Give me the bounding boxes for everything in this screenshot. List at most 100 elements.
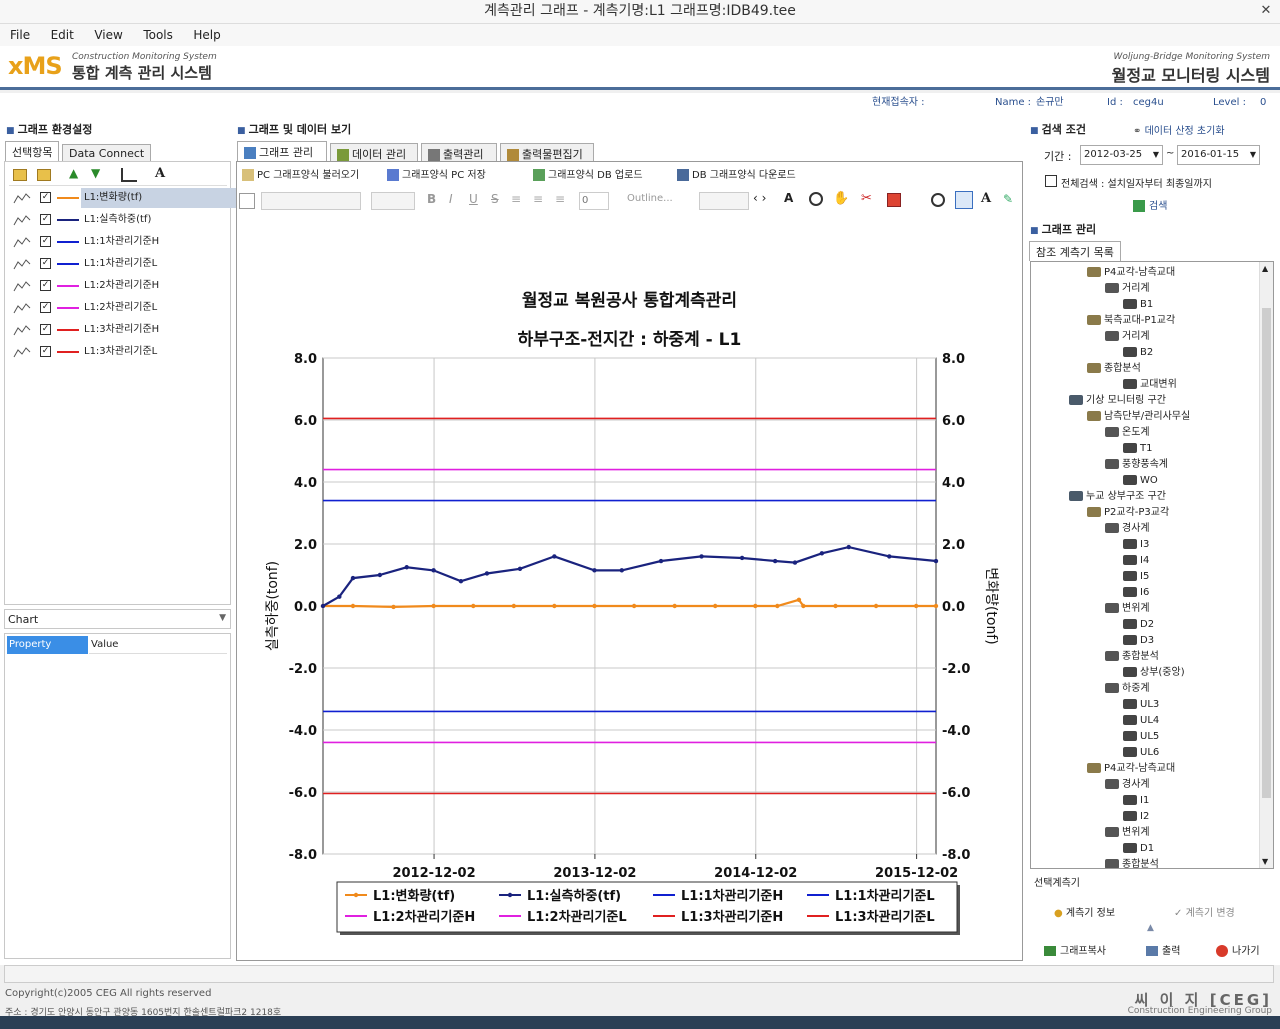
- series-checkbox[interactable]: ✓: [40, 324, 51, 335]
- palette-icon[interactable]: [931, 193, 945, 207]
- tab-print-manage[interactable]: 출력관리: [421, 143, 497, 161]
- tree-item[interactable]: 변위계: [1105, 602, 1150, 616]
- strike-icon[interactable]: S: [491, 192, 499, 206]
- menu-file[interactable]: File: [0, 24, 37, 46]
- series-checkbox[interactable]: ✓: [40, 346, 51, 357]
- series-item[interactable]: ✓ L1:1차관리기준L: [13, 254, 233, 274]
- italic-icon[interactable]: I: [449, 192, 453, 206]
- tree-item[interactable]: 교대변위: [1123, 378, 1177, 392]
- tab-reference-list[interactable]: 참조 계측기 목록: [1029, 241, 1121, 261]
- align-left-icon[interactable]: ≡: [511, 192, 521, 206]
- text-icon[interactable]: A: [981, 191, 991, 206]
- tree-item[interactable]: 경사계: [1105, 778, 1150, 792]
- tree-item[interactable]: 기상 모니터링 구간: [1069, 394, 1166, 408]
- tree-item[interactable]: 거리계: [1105, 330, 1150, 344]
- save-pc-template-button[interactable]: 그래프양식 PC 저장: [387, 168, 486, 184]
- series-checkbox[interactable]: ✓: [40, 192, 51, 203]
- series-item[interactable]: ✓ L1:변화량(tf): [13, 188, 241, 208]
- upload-db-template-button[interactable]: 그래프양식 DB 업로드: [533, 168, 643, 184]
- tree-item[interactable]: I1: [1123, 794, 1149, 808]
- series-item[interactable]: ✓ L1:실측하중(tf): [13, 210, 233, 230]
- prev-next-icon[interactable]: ‹ ›: [753, 191, 766, 205]
- reset-calc-link[interactable]: ⚭ 데이터 산정 초기화: [1133, 122, 1225, 137]
- tree-item[interactable]: 남측단부/관리사무실: [1087, 410, 1190, 424]
- series-checkbox[interactable]: ✓: [40, 236, 51, 247]
- print-button[interactable]: 출력: [1146, 942, 1180, 957]
- tree-item[interactable]: I6: [1123, 586, 1149, 600]
- align-right-icon[interactable]: ≡: [555, 192, 565, 206]
- tree-item[interactable]: 하중계: [1105, 682, 1150, 696]
- series-item[interactable]: ✓ L1:3차관리기준H: [13, 320, 233, 340]
- chevron-down-icon[interactable]: ▼: [1250, 150, 1256, 159]
- full-search-checkbox[interactable]: [1045, 175, 1057, 187]
- open-folder-icon[interactable]: [13, 169, 27, 181]
- paint-icon[interactable]: ✎: [1003, 192, 1013, 206]
- size-select[interactable]: [371, 192, 415, 210]
- tree-item[interactable]: I2: [1123, 810, 1149, 824]
- font-size-icon[interactable]: A: [784, 191, 793, 205]
- search-button[interactable]: 검색: [1133, 197, 1167, 212]
- instrument-info-button[interactable]: ● 계측기 정보: [1054, 904, 1115, 919]
- menu-tools[interactable]: Tools: [133, 24, 180, 46]
- tab-selected-items[interactable]: 선택항목: [5, 141, 60, 161]
- font-select[interactable]: [261, 192, 361, 210]
- outline-input[interactable]: Outline...: [627, 193, 673, 204]
- tree-item[interactable]: I5: [1123, 570, 1149, 584]
- cut-icon[interactable]: ✂: [861, 191, 872, 206]
- outline-select[interactable]: [699, 192, 749, 210]
- tree-item[interactable]: UL6: [1123, 746, 1159, 760]
- tab-data-manage[interactable]: 데이터 관리: [330, 143, 418, 161]
- scroll-up-icon[interactable]: ▲: [1262, 264, 1268, 273]
- horizontal-scrollbar[interactable]: [4, 965, 1274, 983]
- tree-item[interactable]: P4교각-남측교대: [1087, 266, 1175, 280]
- grid-icon[interactable]: [955, 191, 973, 209]
- series-item[interactable]: ✓ L1:2차관리기준H: [13, 276, 233, 296]
- series-checkbox[interactable]: ✓: [40, 302, 51, 313]
- tree-item[interactable]: 북측교대-P1교각: [1087, 314, 1175, 328]
- tree-item[interactable]: 종합분석: [1087, 362, 1141, 376]
- tree-item[interactable]: D3: [1123, 634, 1154, 648]
- tree-item[interactable]: B2: [1123, 346, 1153, 360]
- scroll-thumb[interactable]: [1262, 308, 1271, 798]
- scroll-down-icon[interactable]: ▼: [1262, 857, 1268, 866]
- move-up-icon[interactable]: ▲: [69, 166, 78, 180]
- tree-item[interactable]: T1: [1123, 442, 1152, 456]
- tree-item[interactable]: P4교각-남측교대: [1087, 762, 1175, 776]
- tree-item[interactable]: I4: [1123, 554, 1149, 568]
- zoom-icon[interactable]: [809, 192, 823, 206]
- delete-folder-icon[interactable]: [37, 169, 51, 181]
- export-icon[interactable]: [887, 193, 901, 207]
- menu-help[interactable]: Help: [183, 24, 227, 46]
- tree-item[interactable]: UL4: [1123, 714, 1159, 728]
- series-item[interactable]: ✓ L1:2차관리기준L: [13, 298, 233, 318]
- series-checkbox[interactable]: ✓: [40, 258, 51, 269]
- move-down-icon[interactable]: ▼: [91, 166, 100, 180]
- load-pc-template-button[interactable]: PC 그래프양식 불러오기: [242, 168, 359, 184]
- tab-data-connect[interactable]: Data Connect: [62, 144, 152, 161]
- spin-input[interactable]: 0: [579, 192, 609, 210]
- tree-item[interactable]: 거리계: [1105, 282, 1150, 296]
- chevron-down-icon[interactable]: ▼: [1153, 150, 1159, 159]
- chart-edit-icon[interactable]: [121, 168, 137, 182]
- tree-scrollbar[interactable]: ▲ ▼: [1259, 262, 1273, 868]
- series-checkbox[interactable]: ✓: [40, 214, 51, 225]
- tree-item[interactable]: 온도계: [1105, 426, 1150, 440]
- tree-item[interactable]: 종합분석: [1105, 650, 1159, 664]
- tree-item[interactable]: UL3: [1123, 698, 1159, 712]
- tab-graph-manage[interactable]: 그래프 관리: [237, 141, 327, 161]
- underline-icon[interactable]: U: [469, 192, 478, 206]
- date-from-select[interactable]: 2012-03-25 ▼: [1080, 145, 1163, 165]
- chevron-down-icon[interactable]: ▼: [219, 613, 226, 623]
- series-item[interactable]: ✓ L1:1차관리기준H: [13, 232, 233, 252]
- close-icon[interactable]: ✕: [1258, 3, 1274, 19]
- tree-item[interactable]: UL5: [1123, 730, 1159, 744]
- bold-icon[interactable]: B: [427, 192, 436, 206]
- tree-item[interactable]: WO: [1123, 474, 1158, 488]
- chart-select[interactable]: Chart ▼: [4, 609, 231, 629]
- tree-item[interactable]: 상부(중앙): [1123, 666, 1185, 680]
- menu-view[interactable]: View: [84, 24, 129, 46]
- tree-item[interactable]: 풍향풍속계: [1105, 458, 1168, 472]
- download-db-template-button[interactable]: DB 그래프양식 다운로드: [677, 168, 796, 184]
- exit-button[interactable]: 나가기: [1216, 942, 1260, 957]
- tree-item[interactable]: P2교각-P3교각: [1087, 506, 1169, 520]
